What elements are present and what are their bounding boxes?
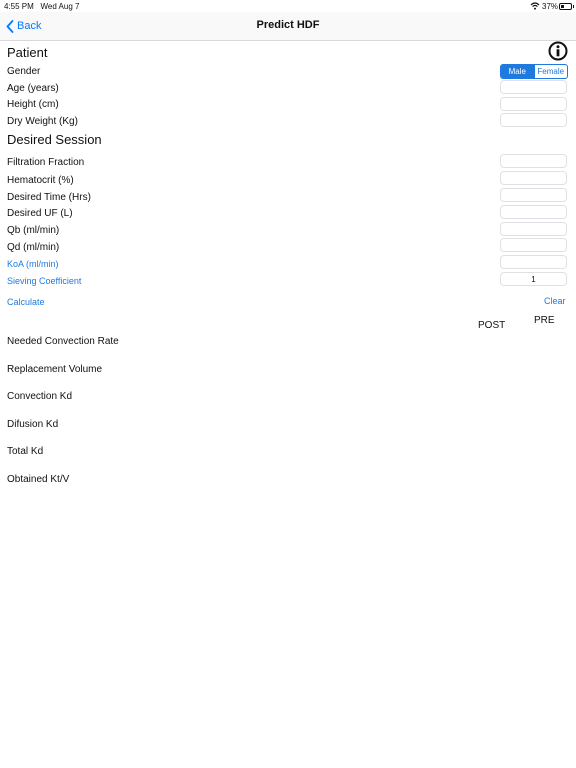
calculate-button[interactable]: Calculate: [7, 297, 45, 307]
status-date: Wed Aug 7: [40, 2, 80, 11]
qd-input[interactable]: [500, 238, 567, 252]
page-title: Predict HDF: [256, 19, 320, 31]
koa-input[interactable]: [500, 255, 567, 269]
battery-icon: [559, 3, 574, 10]
wifi-icon: [530, 2, 540, 10]
convection-kd-label: Convection Kd: [7, 391, 73, 402]
height-input[interactable]: [500, 97, 567, 111]
gender-male-option[interactable]: Male: [501, 65, 534, 78]
desired-time-input[interactable]: [500, 188, 567, 202]
koa-label[interactable]: KoA (ml/min): [7, 259, 59, 269]
height-label: Height (cm): [7, 99, 59, 110]
qb-label: Qb (ml/min): [7, 225, 60, 236]
sieving-coefficient-label[interactable]: Sieving Coefficient: [7, 276, 81, 286]
age-label: Age (years): [7, 83, 59, 94]
pre-column-header: PRE: [534, 315, 555, 326]
desired-time-label: Desired Time (Hrs): [7, 192, 91, 203]
patient-section-title: Patient: [7, 45, 48, 60]
post-column-header: POST: [478, 320, 506, 331]
session-section-title: Desired Session: [7, 132, 102, 147]
filtration-fraction-label: Filtration Fraction: [7, 157, 85, 168]
difusion-kd-label: Difusion Kd: [7, 419, 59, 430]
gender-female-option[interactable]: Female: [533, 65, 568, 78]
qb-input[interactable]: [500, 222, 567, 236]
qd-label: Qd (ml/min): [7, 242, 60, 253]
needed-convection-rate-label: Needed Convection Rate: [7, 336, 119, 347]
obtained-ktv-label: Obtained Kt/V: [7, 474, 70, 485]
status-time: 4:55 PM Wed Aug 7: [4, 2, 80, 11]
hematocrit-input[interactable]: [500, 171, 567, 185]
dry-weight-input[interactable]: [500, 113, 567, 127]
battery-percent: 37%: [542, 2, 559, 11]
gender-segmented-control[interactable]: Male Female: [500, 64, 568, 79]
age-input[interactable]: [500, 80, 567, 94]
total-kd-label: Total Kd: [7, 446, 44, 457]
hematocrit-label: Hematocrit (%): [7, 175, 74, 186]
clear-button[interactable]: Clear: [544, 296, 566, 306]
dry-weight-label: Dry Weight (Kg): [7, 116, 78, 127]
desired-uf-label: Desired UF (L): [7, 208, 73, 219]
sieving-coefficient-input[interactable]: [500, 272, 567, 286]
desired-uf-input[interactable]: [500, 205, 567, 219]
gender-label: Gender: [7, 66, 41, 77]
filtration-fraction-input[interactable]: [500, 154, 567, 168]
replacement-volume-label: Replacement Volume: [7, 364, 103, 375]
info-icon[interactable]: [548, 41, 568, 61]
status-bar: 4:55 PM Wed Aug 7 37%: [0, 0, 576, 12]
